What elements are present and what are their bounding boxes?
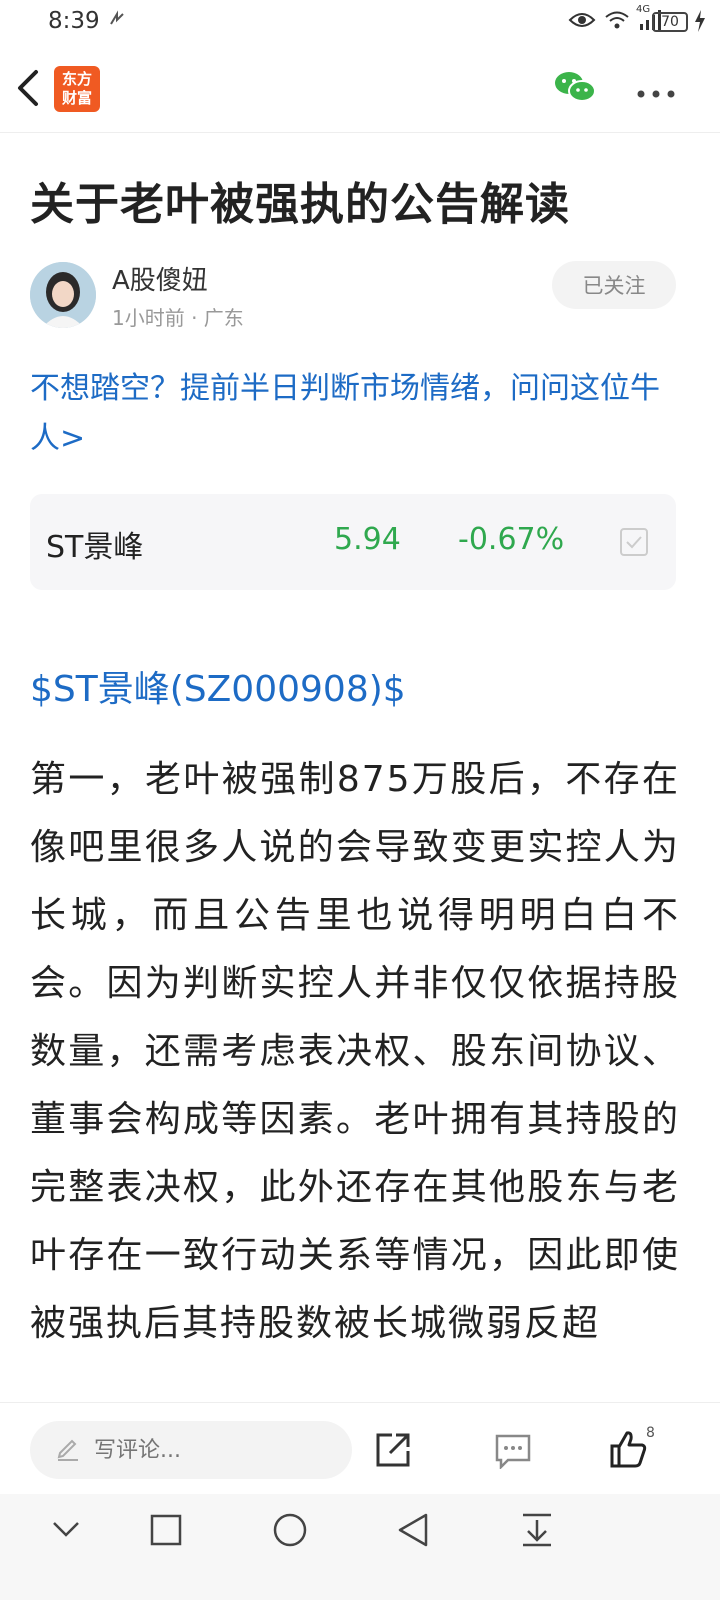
status-bar: 8:39 4G 70 (0, 0, 720, 44)
stock-tag-link[interactable]: $ST景峰(SZ000908)$ (30, 660, 406, 712)
recent-apps-icon[interactable] (150, 1514, 182, 1550)
back-arrow-icon[interactable] (14, 66, 42, 114)
share-icon[interactable] (374, 1431, 412, 1473)
home-icon[interactable] (272, 1512, 308, 1552)
system-nav-bar (0, 1494, 720, 1600)
article-body: 第一，老叶被强制875万股后，不存在像吧里很多人说的会导致变更实控人为长城，而且… (30, 759, 680, 1344)
thumbs-up-icon[interactable] (608, 1429, 648, 1473)
like-count: 8 (646, 1425, 655, 1441)
nfc-icon (108, 10, 126, 32)
battery-indicator: 70 (652, 12, 688, 32)
post-meta: 1小时前 · 广东 (112, 306, 244, 330)
author-name[interactable]: A股傻妞 (112, 260, 208, 297)
top-nav: 东方 财富 (0, 44, 720, 133)
charging-icon (694, 10, 706, 36)
eye-icon (568, 10, 596, 34)
comments-icon[interactable] (494, 1433, 532, 1473)
author-avatar[interactable] (30, 262, 96, 328)
notification-pull-icon[interactable] (520, 1512, 554, 1552)
follow-button[interactable]: 已关注 (552, 261, 676, 309)
promo-link[interactable]: 不想踏空？提前半日判断市场情绪，问问这位牛人> (30, 364, 686, 464)
stock-change: -0.67% (458, 522, 565, 557)
pen-icon (56, 1435, 80, 1465)
bottom-action-bar: 8 (0, 1402, 720, 1495)
stock-name: ST景峰 (46, 530, 144, 565)
wifi-icon (604, 10, 630, 34)
status-time: 8:39 (48, 8, 100, 34)
stock-card[interactable]: ST景峰 5.94 -0.67% (30, 494, 676, 590)
logo-text: 东方 财富 (61, 70, 92, 107)
back-triangle-icon[interactable] (396, 1512, 430, 1552)
more-options-icon[interactable] (636, 84, 676, 103)
article-title: 关于老叶被强执的公告解读 (30, 179, 570, 230)
network-type: 4G (636, 4, 651, 15)
watchlist-checkbox[interactable] (620, 528, 648, 556)
chevron-down-icon[interactable] (52, 1520, 80, 1542)
app-logo[interactable]: 东方 财富 (54, 66, 100, 112)
wechat-icon[interactable] (554, 70, 596, 108)
stock-price: 5.94 (334, 522, 401, 557)
